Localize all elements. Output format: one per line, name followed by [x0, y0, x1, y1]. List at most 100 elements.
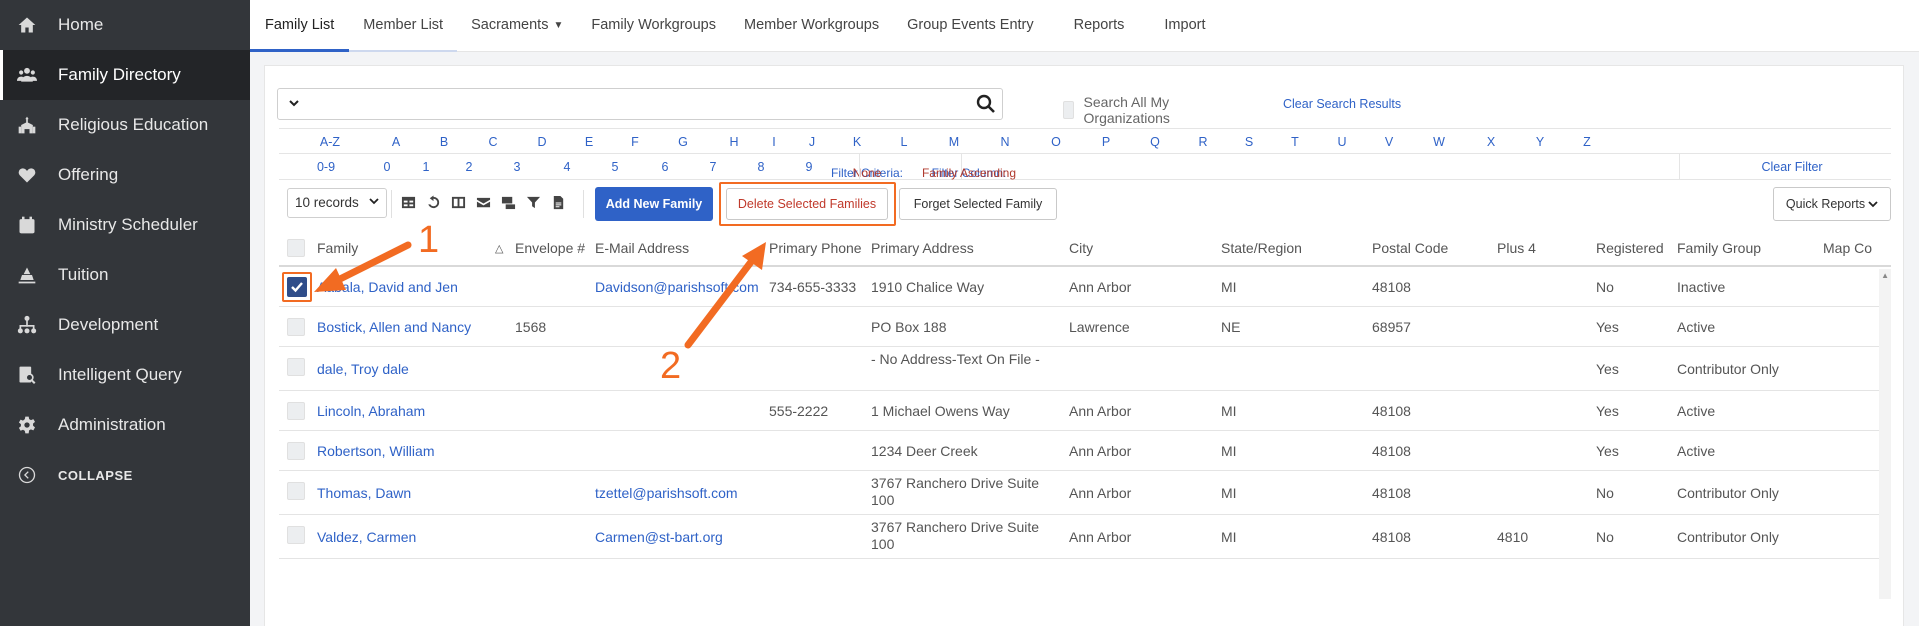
table-row[interactable]: Valdez, Carmen Carmen@st-bart.org 3767 Ran…	[279, 515, 1891, 559]
table-row[interactable]: Bostick, Allen and Nancy 1568 PO Box 188 La…	[279, 307, 1891, 347]
search-input[interactable]	[277, 88, 1003, 120]
cell-family[interactable]: Valdez, Carmen	[317, 529, 416, 545]
email-icon[interactable]	[476, 195, 491, 210]
cell-email[interactable]: Carmen@st-bart.org	[595, 529, 723, 545]
column-header-state[interactable]: State/Region	[1221, 240, 1302, 256]
column-header-primary-phone[interactable]: Primary Phone	[769, 240, 862, 256]
alpha-filter-b[interactable]: B	[440, 135, 448, 149]
alpha-filter-u[interactable]: U	[1337, 135, 1346, 149]
table-row[interactable]: Aabala, David and Jen Davidson@parishsoft…	[279, 267, 1891, 307]
sidebar-item-offering[interactable]: Offering	[0, 150, 250, 200]
column-header-map-code[interactable]: Map Co	[1823, 240, 1872, 256]
alpha-filter-y[interactable]: Y	[1536, 135, 1544, 149]
cell-email[interactable]: Davidson@parishsoft.com	[595, 279, 759, 295]
column-header-postal-code[interactable]: Postal Code	[1372, 240, 1448, 256]
export-file-icon[interactable]	[551, 195, 566, 210]
alpha-filter-w[interactable]: W	[1433, 135, 1445, 149]
alpha-filter-h[interactable]: H	[729, 135, 738, 149]
row-checkbox[interactable]	[287, 318, 305, 336]
cell-family[interactable]: Aabala, David and Jen	[317, 279, 458, 295]
tab-member-workgroups[interactable]: Member Workgroups	[730, 0, 893, 51]
sort-ascending-icon[interactable]: △	[495, 242, 503, 255]
sidebar-item-family-directory[interactable]: Family Directory	[0, 50, 250, 100]
tab-group-events-entry[interactable]: Group Events Entry	[893, 0, 1060, 51]
alpha-filter-i[interactable]: I	[772, 135, 775, 149]
forget-selected-family-button[interactable]: Forget Selected Family	[899, 188, 1057, 220]
sidebar-item-home[interactable]: Home	[0, 0, 250, 50]
column-header-envelope[interactable]: Envelope #	[515, 240, 585, 256]
cell-family[interactable]: dale, Troy dale	[317, 361, 409, 377]
table-row[interactable]: Lincoln, Abraham 555-2222 1 Michael Owens …	[279, 391, 1891, 431]
alpha-filter-g[interactable]: G	[678, 135, 688, 149]
tab-import[interactable]: Import	[1150, 0, 1219, 51]
sidebar-item-religious-education[interactable]: Religious Education	[0, 100, 250, 150]
column-header-registered[interactable]: Registered	[1596, 240, 1664, 256]
alpha-filter-k[interactable]: K	[853, 135, 861, 149]
sidebar-item-administration[interactable]: Administration	[0, 400, 250, 450]
alpha-filter-j[interactable]: J	[809, 135, 815, 149]
num-filter-0-9[interactable]: 0-9	[317, 160, 335, 174]
alpha-filter-p[interactable]: P	[1102, 135, 1110, 149]
search-all-orgs-checkbox[interactable]	[1063, 101, 1074, 119]
mail-merge-icon[interactable]	[501, 195, 516, 210]
alpha-filter-n[interactable]: N	[1000, 135, 1009, 149]
select-all-checkbox[interactable]	[287, 239, 305, 257]
column-header-family-group[interactable]: Family Group	[1677, 240, 1761, 256]
alpha-filter-f[interactable]: F	[631, 135, 639, 149]
column-header-family[interactable]: Family	[317, 240, 358, 256]
sidebar-item-intelligent-query[interactable]: Intelligent Query	[0, 350, 250, 400]
num-filter-9[interactable]: 9	[806, 160, 813, 174]
alpha-filter-e[interactable]: E	[585, 135, 593, 149]
column-header-email[interactable]: E-Mail Address	[595, 240, 689, 256]
row-checkbox[interactable]	[287, 358, 305, 376]
row-checkbox[interactable]	[287, 482, 305, 500]
tab-member-list[interactable]: Member List	[349, 0, 457, 52]
sidebar-collapse[interactable]: COLLAPSE	[0, 450, 250, 500]
sidebar-item-ministry-scheduler[interactable]: Ministry Scheduler	[0, 200, 250, 250]
column-header-primary-address[interactable]: Primary Address	[871, 240, 974, 256]
alpha-filter-z[interactable]: Z	[1583, 135, 1591, 149]
alpha-filter-q[interactable]: Q	[1150, 135, 1160, 149]
cell-family[interactable]: Robertson, William	[317, 443, 434, 459]
cell-family[interactable]: Bostick, Allen and Nancy	[317, 319, 471, 335]
num-filter-7[interactable]: 7	[710, 160, 717, 174]
scroll-up-arrow-icon[interactable]: ▲	[1881, 271, 1889, 280]
table-row[interactable]: Robertson, William 1234 Deer Creek Ann Arb…	[279, 431, 1891, 471]
sidebar-item-tuition[interactable]: Tuition	[0, 250, 250, 300]
alpha-filter-v[interactable]: V	[1385, 135, 1393, 149]
alpha-filter-s[interactable]: S	[1245, 135, 1253, 149]
alpha-filter-a-z[interactable]: A-Z	[320, 135, 340, 149]
alpha-filter-c[interactable]: C	[488, 135, 497, 149]
num-filter-8[interactable]: 8	[758, 160, 765, 174]
records-per-page-select[interactable]: 10 records	[287, 188, 387, 218]
num-filter-4[interactable]: 4	[564, 160, 571, 174]
sidebar-item-development[interactable]: Development	[0, 300, 250, 350]
grid-view-icon[interactable]	[401, 195, 416, 210]
clear-search-results-link[interactable]: Clear Search Results	[1283, 97, 1401, 111]
chevron-down-icon[interactable]	[288, 96, 300, 112]
table-row[interactable]: dale, Troy dale - No Address-Text On File…	[279, 347, 1891, 391]
num-filter-1[interactable]: 1	[423, 160, 430, 174]
tab-family-workgroups[interactable]: Family Workgroups	[577, 0, 730, 51]
row-checkbox[interactable]	[287, 402, 305, 420]
tab-sacraments[interactable]: Sacraments ▼	[457, 0, 577, 51]
num-filter-5[interactable]: 5	[612, 160, 619, 174]
num-filter-6[interactable]: 6	[662, 160, 669, 174]
alpha-filter-x[interactable]: X	[1487, 135, 1495, 149]
table-row[interactable]: Thomas, Dawn tzettel@parishsoft.com 3767 R…	[279, 471, 1891, 515]
filter-icon[interactable]	[526, 195, 541, 210]
column-header-plus4[interactable]: Plus 4	[1497, 240, 1536, 256]
row-checkbox[interactable]	[287, 277, 307, 297]
clear-filter-link[interactable]: Clear Filter	[1761, 160, 1822, 174]
column-header-city[interactable]: City	[1069, 240, 1093, 256]
columns-icon[interactable]	[451, 195, 466, 210]
tab-reports[interactable]: Reports	[1060, 0, 1151, 51]
num-filter-2[interactable]: 2	[466, 160, 473, 174]
delete-selected-families-button[interactable]: Delete Selected Families	[726, 188, 888, 220]
num-filter-3[interactable]: 3	[514, 160, 521, 174]
alpha-filter-m[interactable]: M	[949, 135, 959, 149]
num-filter-0[interactable]: 0	[384, 160, 391, 174]
alpha-filter-o[interactable]: O	[1051, 135, 1061, 149]
alpha-filter-r[interactable]: R	[1198, 135, 1207, 149]
alpha-filter-a[interactable]: A	[392, 135, 400, 149]
